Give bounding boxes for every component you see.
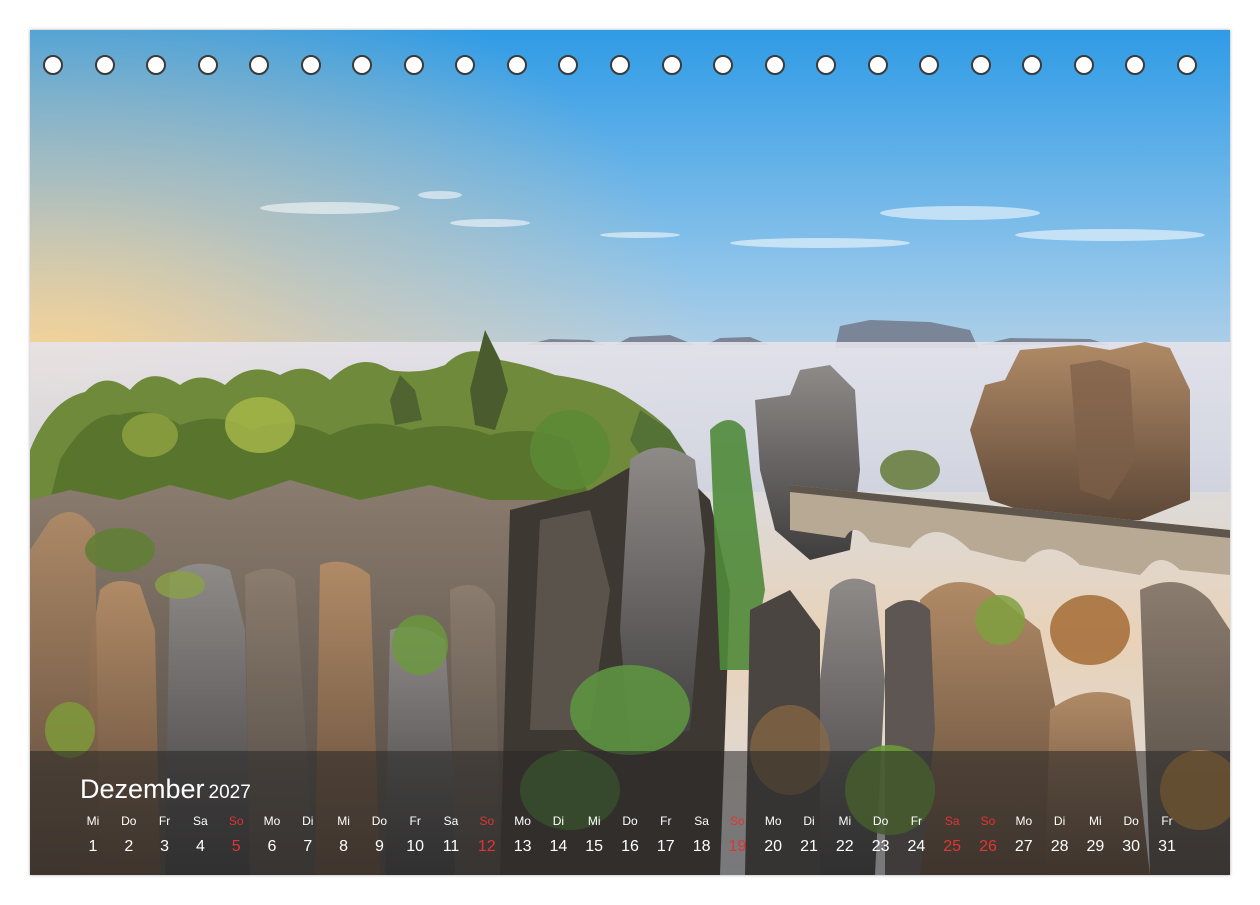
day-name: Mi (86, 814, 100, 828)
day-cell: Do 2 (112, 814, 146, 874)
day-cell: Mo 13 (506, 814, 540, 874)
day-name: Mo (514, 814, 531, 828)
day-number: 3 (160, 838, 170, 855)
day-name: Sa (944, 814, 960, 828)
day-number: 7 (303, 838, 313, 855)
day-cell: Di 21 (792, 814, 826, 874)
day-name: So (479, 814, 495, 828)
day-number: 8 (339, 838, 349, 855)
day-number: 16 (621, 838, 639, 855)
day-name: So (730, 814, 745, 828)
day-name: Fr (1161, 814, 1173, 828)
day-number: 15 (585, 838, 604, 855)
day-number: 26 (979, 838, 997, 855)
day-number: 6 (267, 838, 277, 855)
day-cell: Di 14 (541, 814, 575, 874)
day-cell: Mi 15 (577, 814, 611, 874)
day-number: 28 (1050, 838, 1069, 855)
day-number: 22 (835, 838, 854, 855)
year-label: 2027 (208, 782, 251, 803)
day-cell: Mo 27 (1007, 814, 1041, 874)
day-number: 19 (728, 838, 747, 855)
day-name: Di (803, 814, 815, 828)
day-cell: Fr 31 (1150, 814, 1184, 874)
day-cell: Fr 24 (899, 814, 933, 874)
day-name: Do (121, 814, 137, 828)
day-name: Mo (1015, 814, 1033, 828)
day-name: Mi (838, 814, 852, 828)
day-cell: Mo 20 (756, 814, 790, 874)
calendar-page: Dezember 2027 Mi 1 Do 2 Fr 3 Sa 4 So 5 Mo 6 Di 7 Mi 8 Do 9… (30, 30, 1230, 875)
day-name: Mi (1089, 814, 1102, 828)
month-title: Dezember 2027 (80, 774, 251, 805)
day-name: Mo (263, 814, 281, 828)
day-name: So (980, 814, 996, 828)
day-number: 21 (800, 838, 818, 855)
day-cell: Sa 25 (935, 814, 969, 874)
day-number: 5 (231, 838, 241, 855)
day-number: 1 (88, 838, 98, 855)
day-cell: Sa 18 (685, 814, 719, 874)
day-number: 17 (656, 838, 675, 855)
day-name: Sa (694, 814, 709, 828)
day-cell: Di 7 (291, 814, 325, 874)
day-name: Fr (660, 814, 672, 828)
day-name: Di (552, 814, 565, 828)
day-number: 14 (549, 838, 568, 855)
day-number: 10 (406, 838, 425, 855)
day-name: Sa (443, 814, 459, 828)
day-name: Do (1123, 814, 1139, 828)
day-name: Fr (910, 814, 923, 828)
day-number: 25 (943, 838, 962, 855)
day-number: 12 (477, 838, 496, 855)
day-cell: Di 28 (1043, 814, 1077, 874)
day-cell: Do 23 (864, 814, 898, 874)
day-cell: Do 30 (1114, 814, 1148, 874)
day-cell: Mi 8 (327, 814, 361, 874)
day-number: 4 (195, 838, 205, 855)
day-cell: Mi 29 (1078, 814, 1112, 874)
day-cell: Sa 11 (434, 814, 468, 874)
day-number: 23 (871, 838, 890, 855)
days-row: Mi 1 Do 2 Fr 3 Sa 4 So 5 Mo 6 Di 7 Mi 8 Do 9 Fr 10 Sa 11 So 12 M… (30, 814, 1230, 874)
day-name: Sa (193, 814, 208, 828)
day-name: Fr (409, 814, 421, 828)
day-cell: Mi 1 (76, 814, 110, 874)
day-name: Do (371, 814, 388, 828)
day-cell: Sa 4 (183, 814, 217, 874)
day-cell: So 19 (720, 814, 754, 874)
day-cell: Do 16 (613, 814, 647, 874)
month-name: Dezember (80, 774, 205, 804)
day-number: 11 (442, 838, 460, 855)
day-cell: Mi 22 (828, 814, 862, 874)
day-cell: So 12 (470, 814, 504, 874)
day-cell: Fr 3 (148, 814, 182, 874)
day-name: Di (1053, 814, 1066, 828)
day-number: 29 (1086, 838, 1105, 855)
day-number: 20 (764, 838, 783, 855)
day-name: So (228, 814, 244, 828)
day-number: 30 (1122, 838, 1141, 855)
day-cell: Fr 17 (649, 814, 683, 874)
day-number: 31 (1158, 838, 1176, 855)
day-cell: Fr 10 (398, 814, 432, 874)
day-number: 24 (907, 838, 926, 855)
day-name: Mi (337, 814, 350, 828)
day-name: Di (302, 814, 314, 828)
day-cell: Do 9 (362, 814, 396, 874)
day-name: Mi (587, 814, 601, 828)
day-name: Do (872, 814, 889, 828)
day-name: Fr (158, 814, 171, 828)
day-number: 13 (513, 838, 532, 855)
day-number: 2 (124, 838, 134, 855)
day-number: 9 (374, 838, 384, 855)
day-number: 18 (692, 838, 711, 855)
day-cell: So 26 (971, 814, 1005, 874)
day-cell: Mo 6 (255, 814, 289, 874)
day-cell: So 5 (219, 814, 253, 874)
day-name: Mo (764, 814, 782, 828)
day-number: 27 (1014, 838, 1033, 855)
day-name: Do (622, 814, 638, 828)
landscape-photo (30, 30, 1230, 875)
